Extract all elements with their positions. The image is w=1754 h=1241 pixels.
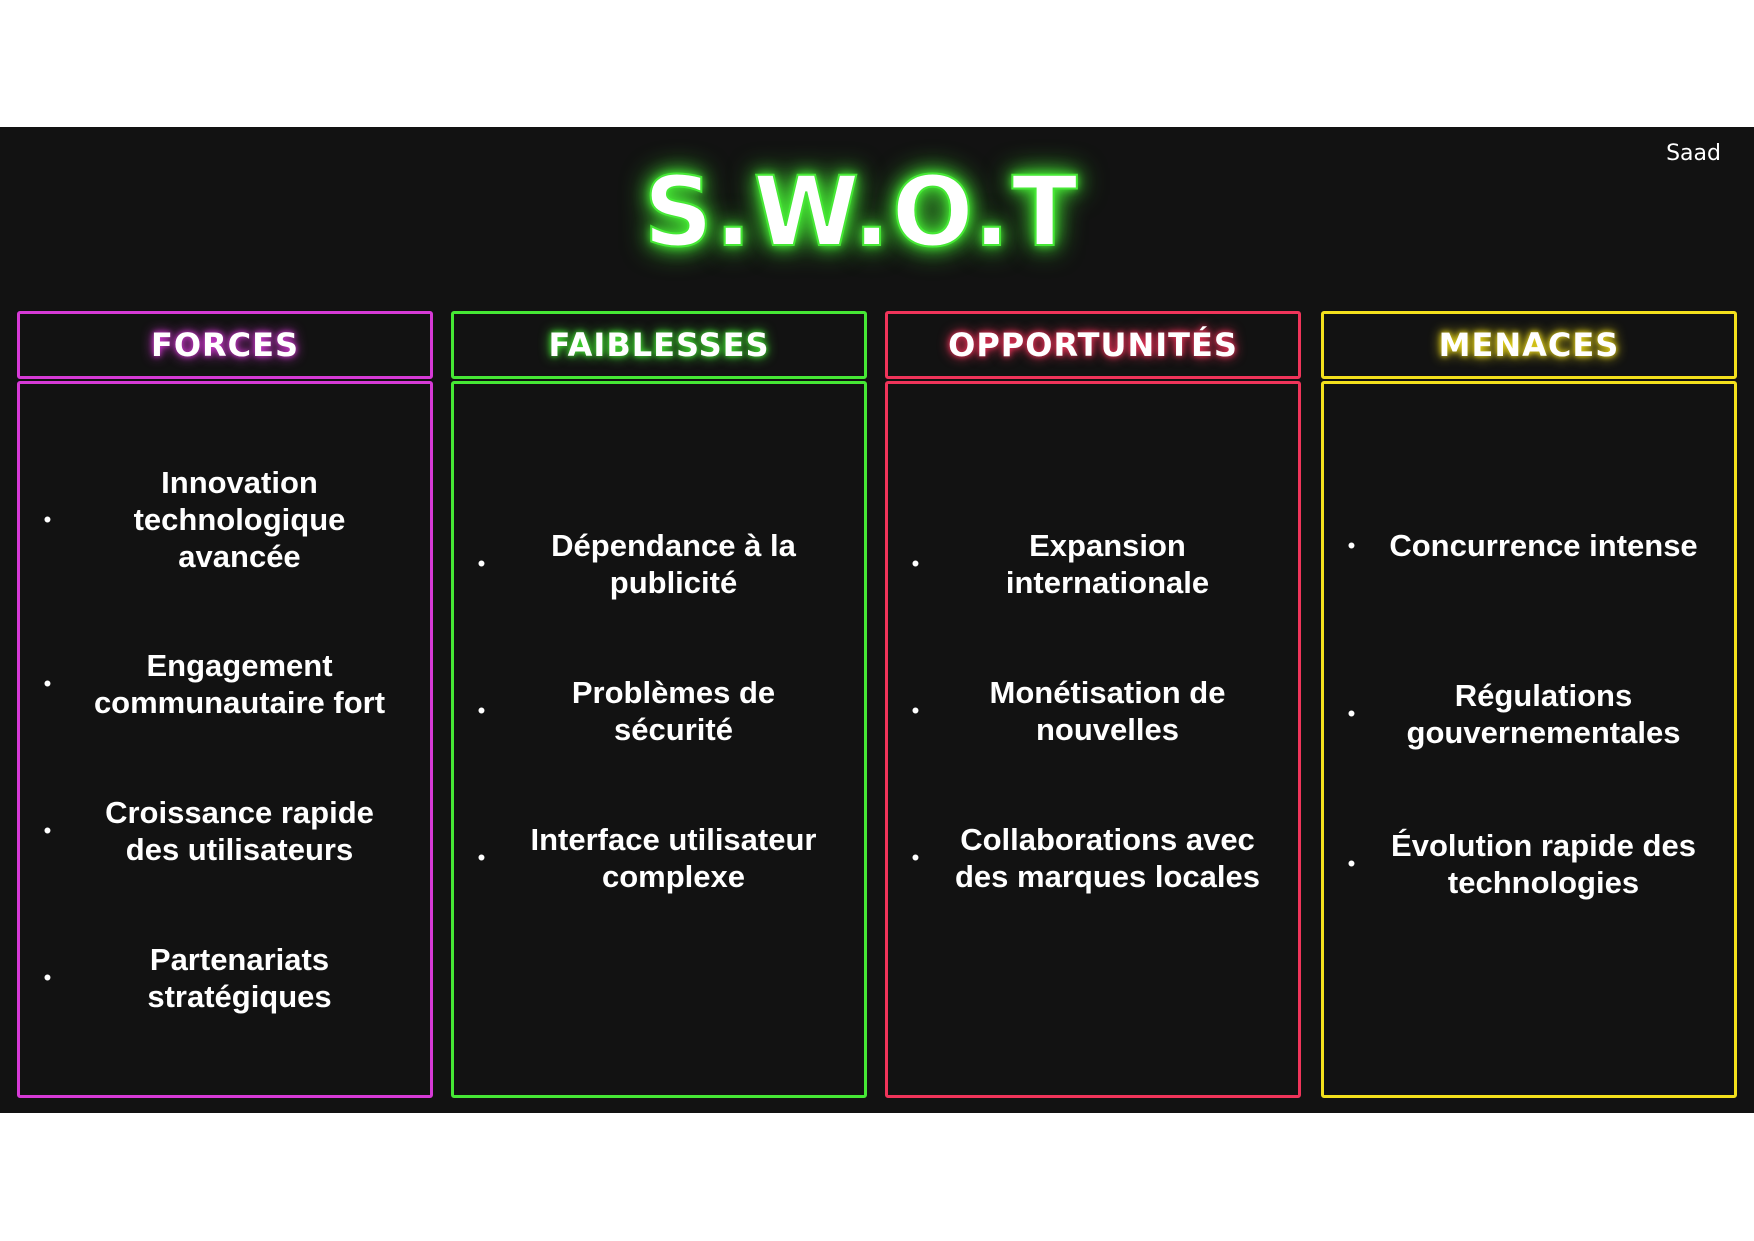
bullet-icon: • <box>43 965 52 990</box>
list-item-text: Collaborations avec des marques locales <box>955 822 1260 894</box>
opportunites-column: OPPORTUNITÉS • Expansion internationale … <box>885 311 1301 1098</box>
list-item: • Partenariats stratégiques <box>20 941 430 1015</box>
forces-list: • Innovation technologique avancée • Eng… <box>17 381 433 1098</box>
bullet-icon: • <box>43 818 52 843</box>
bullet-icon: • <box>477 845 486 870</box>
list-item: • Régulations gouvernementales <box>1324 677 1734 751</box>
opportunites-list: • Expansion internationale • Monétisatio… <box>885 381 1301 1098</box>
list-item-text: Croissance rapide des utilisateurs <box>105 795 374 867</box>
list-item: • Concurrence intense <box>1324 527 1734 564</box>
list-item-text: Régulations gouvernementales <box>1406 678 1681 750</box>
list-item: • Expansion internationale <box>888 527 1298 601</box>
swot-slide: Saad S.W.O.T FORCES • Innovation technol… <box>0 127 1754 1113</box>
bullet-icon: • <box>1347 701 1356 726</box>
bullet-icon: • <box>477 698 486 723</box>
bullet-icon: • <box>477 551 486 576</box>
forces-header: FORCES <box>17 311 433 379</box>
list-item-text: Dépendance à la publicité <box>551 528 796 600</box>
list-item-text: Évolution rapide des technologies <box>1391 828 1696 900</box>
opportunites-header: OPPORTUNITÉS <box>885 311 1301 379</box>
bullet-icon: • <box>911 698 920 723</box>
faiblesses-list: • Dépendance à la publicité • Problèmes … <box>451 381 867 1098</box>
bullet-icon: • <box>911 551 920 576</box>
swot-title: S.W.O.T <box>643 155 1080 269</box>
bullet-icon: • <box>43 671 52 696</box>
menaces-header: MENACES <box>1321 311 1737 379</box>
list-item: • Interface utilisateur complexe <box>454 821 864 895</box>
list-item: • Monétisation de nouvelles <box>888 674 1298 748</box>
bullet-icon: • <box>43 506 52 532</box>
menaces-column: MENACES • Concurrence intense • Régulati… <box>1321 311 1737 1098</box>
bullet-icon: • <box>911 845 920 870</box>
forces-column: FORCES • Innovation technologique avancé… <box>17 311 433 1098</box>
faiblesses-column: FAIBLESSES • Dépendance à la publicité •… <box>451 311 867 1098</box>
bullet-icon: • <box>1347 532 1356 558</box>
list-item: • Croissance rapide des utilisateurs <box>20 794 430 868</box>
bullet-icon: • <box>1347 851 1356 876</box>
list-item-text: Concurrence intense <box>1389 528 1698 563</box>
list-item-text: Problèmes de sécurité <box>571 675 776 747</box>
list-item-text: Monétisation de nouvelles <box>989 675 1226 747</box>
list-item-text: Partenariats stratégiques <box>147 942 332 1014</box>
list-item-text: Engagement communautaire fort <box>93 648 386 720</box>
list-item-text: Interface utilisateur complexe <box>530 822 817 894</box>
list-item-text: Expansion internationale <box>1005 528 1210 600</box>
menaces-list: • Concurrence intense • Régulations gouv… <box>1321 381 1737 1098</box>
faiblesses-header: FAIBLESSES <box>451 311 867 379</box>
list-item: • Engagement communautaire fort <box>20 647 430 721</box>
list-item: • Innovation technologique avancée <box>20 464 430 575</box>
list-item: • Problèmes de sécurité <box>454 674 864 748</box>
list-item-text: Innovation technologique avancée <box>133 465 346 574</box>
list-item: • Collaborations avec des marques locale… <box>888 821 1298 895</box>
list-item: • Dépendance à la publicité <box>454 527 864 601</box>
list-item: • Évolution rapide des technologies <box>1324 827 1734 901</box>
